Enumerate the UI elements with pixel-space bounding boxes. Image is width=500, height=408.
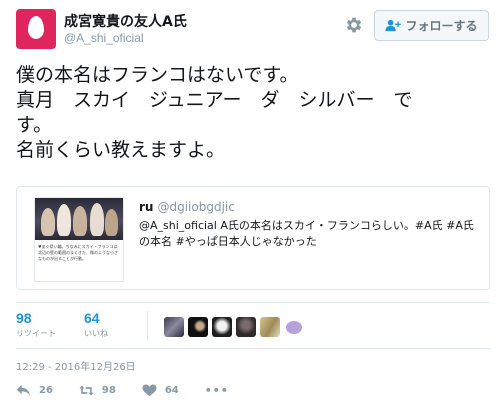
heart-icon	[142, 384, 157, 397]
more-icon: •••	[204, 384, 229, 397]
like-button[interactable]: 64	[142, 384, 179, 397]
quoted-tweet-text: @A_shi_oficial A氏の本名はスカイ・フランコらしい。#A氏 #A氏…	[139, 219, 474, 248]
image-caption: ♥あぐ祭い輪。ちなみにスカイ・フランコは北辺の壁の範囲のまくきた、微のような小さ…	[38, 244, 118, 261]
tweet-line: 僕の本名はフランコはないです。	[16, 64, 299, 86]
tweet-line: 名前くらい教えますよ。	[16, 139, 226, 161]
retweet-label: リツイート	[16, 329, 56, 338]
follow-button-label: フォローする	[405, 19, 478, 33]
author-screen-name[interactable]: @A_shi_oficial	[64, 31, 144, 45]
quoted-author-name: ru	[139, 200, 154, 214]
tweet-timestamp[interactable]: 12:29 - 2016年12月26日	[16, 358, 136, 373]
liker-avatar[interactable]	[284, 317, 304, 337]
egg-avatar-icon	[28, 16, 44, 39]
follow-button[interactable]: フォローする	[374, 10, 489, 41]
like-action-count: 64	[164, 385, 179, 396]
tweet-line: す。	[16, 114, 53, 136]
liker-avatar[interactable]	[260, 317, 280, 337]
quoted-author-handle: @dgiiobgdjic	[157, 200, 235, 214]
quoted-tweet-card[interactable]: ♥あぐ祭い輪。ちなみにスカイ・フランコは北辺の壁の範囲のまくきた、微のような小さ…	[16, 186, 490, 290]
liker-avatar[interactable]	[236, 317, 256, 337]
divider	[16, 348, 490, 349]
gear-icon[interactable]	[344, 15, 364, 35]
reply-count: 26	[39, 385, 53, 396]
reply-icon	[16, 384, 30, 397]
divider	[16, 302, 490, 303]
group-photo	[35, 198, 123, 240]
retweet-count: 98	[16, 310, 32, 326]
retweet-icon	[79, 385, 94, 396]
like-label: いいね	[84, 329, 108, 338]
liker-avatar[interactable]	[188, 317, 208, 337]
retweet-stat[interactable]: 98 リツイート	[16, 310, 56, 339]
quoted-tweet-image[interactable]: ♥あぐ祭い輪。ちなみにスカイ・フランコは北辺の壁の範囲のまくきた、微のような小さ…	[34, 197, 124, 282]
liker-avatar[interactable]	[212, 317, 232, 337]
quoted-author[interactable]: ru @dgiiobgdjic	[139, 200, 235, 214]
add-user-icon	[385, 19, 402, 32]
like-stat[interactable]: 64 いいね	[84, 310, 108, 339]
stats-separator	[147, 311, 148, 341]
author-avatar[interactable]	[16, 9, 56, 49]
author-display-name[interactable]: 成宮寛貴の友人A氏	[64, 11, 187, 31]
reply-button[interactable]: 26	[16, 384, 53, 397]
retweet-action-count: 98	[101, 385, 116, 396]
tweet-line: 真月 スカイ ジュニアー ダ シルバー で	[16, 89, 413, 111]
more-button[interactable]: •••	[205, 384, 229, 397]
likers-avatars	[164, 317, 308, 337]
like-count: 64	[84, 310, 100, 326]
tweet-actions: 26 98 64 •••	[16, 384, 255, 397]
retweet-button[interactable]: 98	[79, 384, 116, 397]
tweet-text: 僕の本名はフランコはないです。 真月 スカイ ジュニアー ダ シルバー で す。…	[16, 63, 490, 163]
liker-avatar[interactable]	[164, 317, 184, 337]
